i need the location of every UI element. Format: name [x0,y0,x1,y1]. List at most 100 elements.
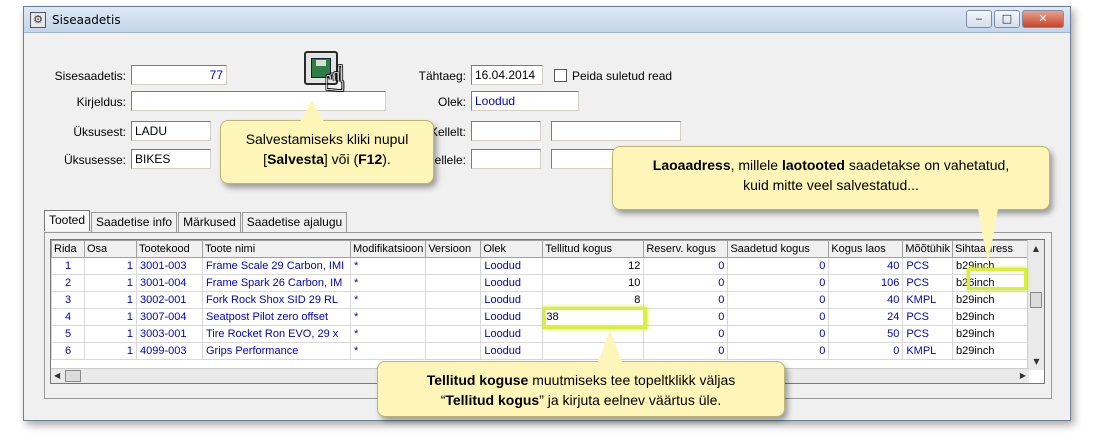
cell-reserv[interactable]: 0 [643,342,729,360]
cell-nimi[interactable]: Frame Spark 26 Carbon, IM [202,274,351,292]
close-button[interactable]: ✕ [1022,10,1064,28]
cell-kood[interactable]: 3001-003 [136,257,203,275]
cell-ver[interactable] [425,342,482,360]
cell-yhik[interactable]: PCS [902,257,953,275]
cell-saadetud[interactable]: 0 [727,342,830,360]
cell-kood[interactable]: 3001-004 [136,274,203,292]
maximize-button[interactable]: □ [994,10,1020,28]
cell-osa[interactable]: 1 [84,291,137,309]
table-row[interactable]: 3 1 3002-001 Fork Rock Shox SID 29 RL * Loodu… [51,291,1039,309]
column-header[interactable]: Olek [480,240,544,258]
cell-tellitud[interactable]: 8 [542,291,645,309]
cell-kood[interactable]: 3002-001 [136,291,203,309]
uksusest-field[interactable]: LADU [131,121,211,141]
cell-laos[interactable]: 106 [828,274,904,292]
cell-nimi[interactable]: Fork Rock Shox SID 29 RL [202,291,351,309]
column-header[interactable]: Tootekood [136,240,203,258]
scroll-thumb[interactable] [1030,292,1042,308]
tab-saadetise-info[interactable]: Saadetise info [91,212,178,233]
cell-osa[interactable]: 1 [84,342,137,360]
tahtaeg-field[interactable]: 16.04.2014 [471,65,543,85]
cell-ver[interactable] [425,274,482,292]
column-header[interactable]: Kogus laos [828,240,904,258]
cell-tellitud[interactable] [542,342,645,360]
peida-checkbox[interactable] [554,69,567,82]
cell-osa[interactable]: 1 [84,308,137,326]
scroll-left-icon[interactable]: ◀ [54,369,60,383]
cell-mod[interactable]: * [349,308,427,326]
cell-olek[interactable]: Loodud [480,342,544,360]
cell-olek[interactable]: Loodud [480,274,544,292]
uksusesse-field[interactable]: BIKES [131,149,211,169]
minimize-button[interactable]: ‒ [966,10,992,28]
table-row[interactable]: 6 1 4099-003 Grips Performance * Loodud 0 0 0 KMP… [51,342,1039,360]
tab-markused[interactable]: Märkused [178,212,241,233]
table-row[interactable]: 2 1 3001-004 Frame Spark 26 Carbon, IM * Lood… [51,274,1039,292]
cell-saadetud[interactable]: 0 [727,274,830,292]
column-header[interactable]: Saadetud kogus [727,240,830,258]
cell-kood[interactable]: 3007-004 [136,308,203,326]
cell-osa[interactable]: 1 [84,274,137,292]
cell-olek[interactable]: Loodud [480,257,544,275]
column-header[interactable]: Mõõtühik [902,240,953,258]
sisesaadetis-field[interactable]: 77 [131,65,227,85]
scroll-down-icon[interactable]: ▼ [1028,353,1044,370]
cell-saadetud[interactable]: 0 [727,308,830,326]
cell-kood[interactable]: 3003-001 [136,325,203,343]
cell-laos[interactable]: 24 [828,308,904,326]
kellele-field[interactable] [471,149,541,169]
h-scroll-thumb[interactable] [65,370,81,382]
olek-field[interactable]: Loodud [471,91,579,111]
cell-mod[interactable]: * [349,274,427,292]
cell-yhik[interactable]: PCS [902,325,953,343]
cell-siht[interactable]: b29inch [951,291,1039,309]
cell-saadetud[interactable]: 0 [727,291,830,309]
cell-laos[interactable]: 40 [828,291,904,309]
column-header[interactable]: Versioon [425,240,482,258]
cell-yhik[interactable]: PCS [902,308,953,326]
cell-osa[interactable]: 1 [84,257,137,275]
scroll-right-icon[interactable]: ▶ [1020,369,1026,383]
cell-tellitud[interactable]: 12 [542,257,645,275]
cell-olek[interactable]: Loodud [480,325,544,343]
tab-saadetise-ajalugu[interactable]: Saadetise ajalugu [241,212,348,233]
cell-nimi[interactable]: Seatpost Pilot zero offset [202,308,351,326]
cell-saadetud[interactable]: 0 [727,257,830,275]
cell-nimi[interactable]: Grips Performance [202,342,351,360]
cell-laos[interactable]: 50 [828,325,904,343]
scroll-up-icon[interactable]: ▲ [1028,240,1044,257]
cell-yhik[interactable]: PCS [902,274,953,292]
column-header[interactable]: Modifikatsioon [349,240,427,258]
cell-nimi[interactable]: Frame Scale 29 Carbon, IMI [202,257,351,275]
cell-kood[interactable]: 4099-003 [136,342,203,360]
cell-rida[interactable]: 3 [51,291,85,309]
cell-mod[interactable]: * [349,291,427,309]
cell-nimi[interactable]: Tire Rocket Ron EVO, 29 x [202,325,351,343]
column-header[interactable]: Reserv. kogus [643,240,729,258]
cell-rida[interactable]: 2 [51,274,85,292]
cell-reserv[interactable]: 0 [643,274,729,292]
cell-mod[interactable]: * [349,257,427,275]
cell-laos[interactable]: 40 [828,257,904,275]
kellelt-name-field[interactable] [551,121,681,141]
column-header[interactable]: Osa [84,240,137,258]
cell-ver[interactable] [425,308,482,326]
cell-osa[interactable]: 1 [84,325,137,343]
kellelt-field[interactable] [471,121,541,141]
table-row[interactable]: 1 1 3001-003 Frame Scale 29 Carbon, IMI * Loo… [51,257,1039,275]
column-header[interactable]: Rida [51,240,85,258]
cell-olek[interactable]: Loodud [480,291,544,309]
cell-ver[interactable] [425,325,482,343]
column-header[interactable]: Toote nimi [202,240,351,258]
cell-tellitud[interactable]: 10 [542,274,645,292]
cell-siht[interactable]: b29inch [951,308,1039,326]
cell-mod[interactable]: * [349,342,427,360]
cell-rida[interactable]: 5 [51,325,85,343]
column-header[interactable]: Tellitud kogus [542,240,645,258]
cell-mod[interactable]: * [349,325,427,343]
cell-rida[interactable]: 4 [51,308,85,326]
cell-rida[interactable]: 1 [51,257,85,275]
cell-saadetud[interactable]: 0 [727,325,830,343]
cell-reserv[interactable]: 0 [643,257,729,275]
cell-ver[interactable] [425,257,482,275]
